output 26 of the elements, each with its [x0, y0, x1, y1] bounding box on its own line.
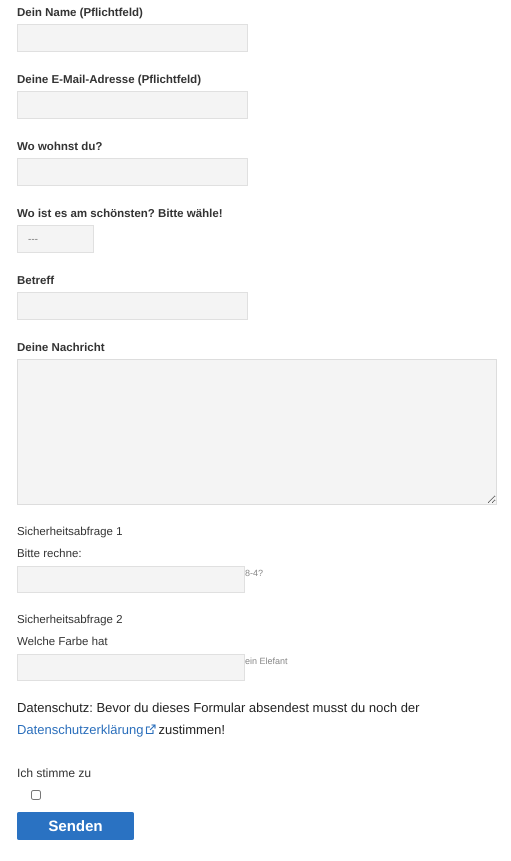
external-link-icon — [145, 724, 156, 735]
input-field[interactable] — [17, 158, 248, 186]
consent-checkbox[interactable] — [31, 790, 41, 800]
captcha-question: Welche Farbe hat — [17, 635, 109, 650]
field-label: Betreff — [17, 274, 56, 289]
input-field[interactable] — [17, 292, 248, 320]
field-label: Dein Name (Pflichtfeld) — [17, 6, 144, 21]
input-field[interactable] — [17, 654, 245, 681]
input-field[interactable] — [17, 24, 248, 52]
field-label: Wo wohnst du? — [17, 140, 104, 155]
input-field[interactable] — [17, 566, 245, 593]
message-field[interactable] — [17, 359, 497, 505]
privacy-link[interactable]: Datenschutzerklärung — [17, 722, 158, 737]
captcha-heading: Sicherheitsabfrage 1 — [17, 525, 124, 540]
consent-label: Ich stimme zu — [17, 766, 92, 780]
field-label: Wo ist es am schönsten? Bitte wähle! — [17, 207, 224, 222]
captcha-heading: Sicherheitsabfrage 2 — [17, 613, 124, 628]
select-field[interactable]: --- — [17, 225, 94, 253]
field-label: Deine E-Mail-Adresse (Pflichtfeld) — [17, 73, 202, 88]
input-field[interactable] — [17, 91, 248, 119]
captcha-hint: ein Elefant — [245, 656, 288, 666]
captcha-question: Bitte rechne: — [17, 547, 83, 562]
submit-button[interactable]: Senden — [17, 812, 134, 840]
captcha-hint: 8-4? — [245, 568, 264, 578]
field-label: Deine Nachricht — [17, 341, 106, 356]
privacy-notice: Datenschutz: Bevor du dieses Formular absendest musst du noch der Datenschutzerklärung zustimmen! — [17, 699, 420, 739]
